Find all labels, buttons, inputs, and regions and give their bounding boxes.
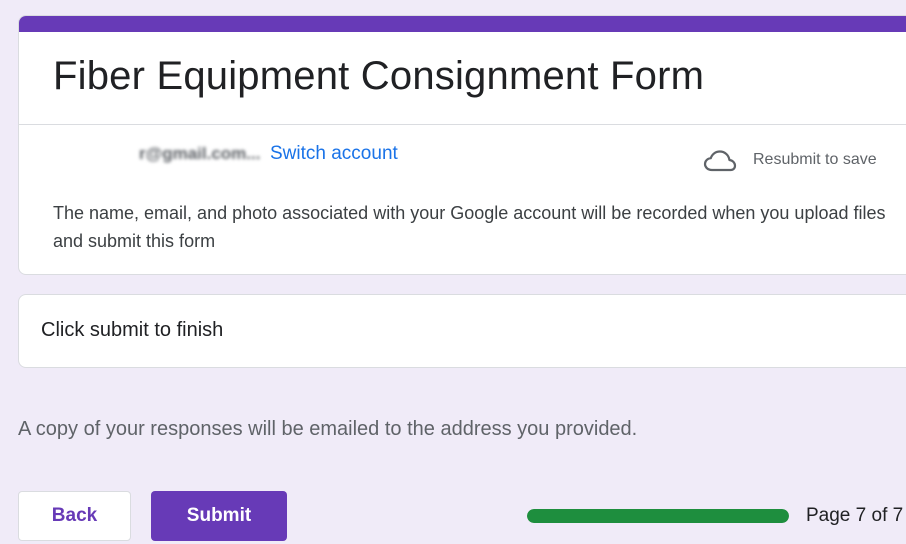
submit-button[interactable]: Submit <box>151 491 287 541</box>
back-button[interactable]: Back <box>18 491 131 541</box>
header-accent-bar <box>19 16 906 32</box>
form-header-card: Fiber Equipment Consignment Form r@gmail… <box>18 15 906 275</box>
progress-bar-fill <box>527 509 789 523</box>
response-copy-note: A copy of your responses will be emailed… <box>18 418 638 440</box>
account-email: r@gmail.com... <box>139 144 261 163</box>
finish-card: Click submit to finish <box>18 294 906 368</box>
save-status-text: Resubmit to save <box>753 151 877 168</box>
form-title: Fiber Equipment Consignment Form <box>53 54 705 98</box>
header-divider <box>19 124 906 125</box>
switch-account-link[interactable]: Switch account <box>270 143 398 165</box>
cloud-icon <box>703 150 737 172</box>
account-row: r@gmail.com... Switch account Resubmit t… <box>19 140 906 172</box>
progress-bar <box>527 509 789 523</box>
page-indicator: Page 7 of 7 <box>806 505 904 526</box>
finish-instruction: Click submit to finish <box>41 319 224 341</box>
account-notice: The name, email, and photo associated wi… <box>53 203 886 251</box>
